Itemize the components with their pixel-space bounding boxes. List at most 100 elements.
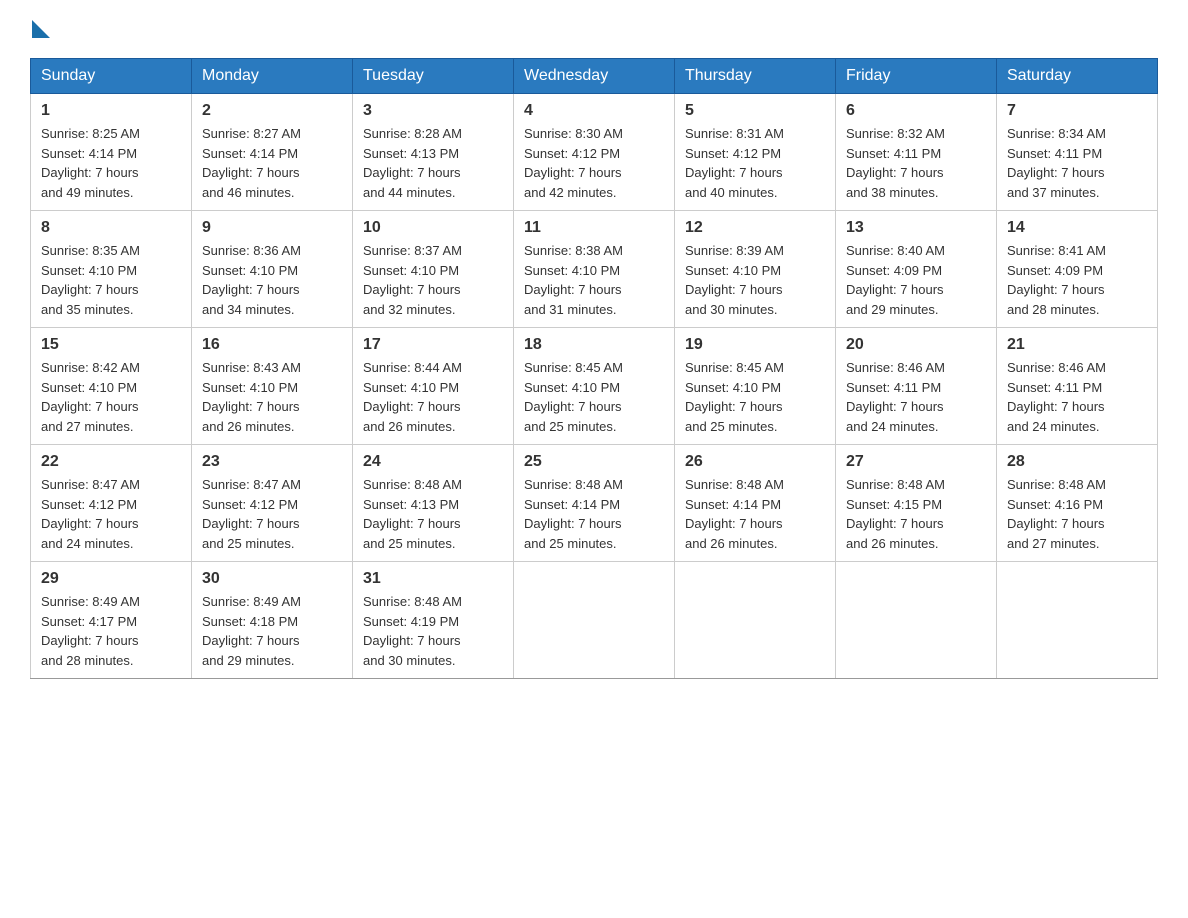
- day-number: 10: [363, 219, 503, 237]
- day-number: 4: [524, 102, 664, 120]
- day-info: Sunrise: 8:34 AMSunset: 4:11 PMDaylight:…: [1007, 126, 1106, 200]
- day-number: 29: [41, 570, 181, 588]
- calendar-day-cell: [514, 562, 675, 679]
- calendar-day-header: Tuesday: [353, 59, 514, 94]
- day-info: Sunrise: 8:38 AMSunset: 4:10 PMDaylight:…: [524, 243, 623, 317]
- calendar-day-cell: 11 Sunrise: 8:38 AMSunset: 4:10 PMDaylig…: [514, 211, 675, 328]
- calendar-day-cell: 3 Sunrise: 8:28 AMSunset: 4:13 PMDayligh…: [353, 94, 514, 211]
- calendar-day-cell: 2 Sunrise: 8:27 AMSunset: 4:14 PMDayligh…: [192, 94, 353, 211]
- day-info: Sunrise: 8:47 AMSunset: 4:12 PMDaylight:…: [41, 477, 140, 551]
- calendar-day-cell: [997, 562, 1158, 679]
- day-number: 20: [846, 336, 986, 354]
- calendar-week-row: 15 Sunrise: 8:42 AMSunset: 4:10 PMDaylig…: [31, 328, 1158, 445]
- calendar-day-cell: 12 Sunrise: 8:39 AMSunset: 4:10 PMDaylig…: [675, 211, 836, 328]
- day-number: 22: [41, 453, 181, 471]
- day-info: Sunrise: 8:31 AMSunset: 4:12 PMDaylight:…: [685, 126, 784, 200]
- day-number: 30: [202, 570, 342, 588]
- calendar-day-header: Monday: [192, 59, 353, 94]
- day-info: Sunrise: 8:44 AMSunset: 4:10 PMDaylight:…: [363, 360, 462, 434]
- day-info: Sunrise: 8:40 AMSunset: 4:09 PMDaylight:…: [846, 243, 945, 317]
- calendar-day-cell: 23 Sunrise: 8:47 AMSunset: 4:12 PMDaylig…: [192, 445, 353, 562]
- calendar-day-cell: 8 Sunrise: 8:35 AMSunset: 4:10 PMDayligh…: [31, 211, 192, 328]
- day-info: Sunrise: 8:42 AMSunset: 4:10 PMDaylight:…: [41, 360, 140, 434]
- logo-arrow-icon: [32, 20, 50, 38]
- day-info: Sunrise: 8:48 AMSunset: 4:15 PMDaylight:…: [846, 477, 945, 551]
- day-info: Sunrise: 8:30 AMSunset: 4:12 PMDaylight:…: [524, 126, 623, 200]
- calendar-day-cell: 5 Sunrise: 8:31 AMSunset: 4:12 PMDayligh…: [675, 94, 836, 211]
- day-info: Sunrise: 8:48 AMSunset: 4:14 PMDaylight:…: [685, 477, 784, 551]
- calendar-day-header: Wednesday: [514, 59, 675, 94]
- calendar-day-cell: [675, 562, 836, 679]
- calendar-day-cell: 9 Sunrise: 8:36 AMSunset: 4:10 PMDayligh…: [192, 211, 353, 328]
- calendar-day-cell: 28 Sunrise: 8:48 AMSunset: 4:16 PMDaylig…: [997, 445, 1158, 562]
- day-number: 16: [202, 336, 342, 354]
- calendar-day-cell: 30 Sunrise: 8:49 AMSunset: 4:18 PMDaylig…: [192, 562, 353, 679]
- calendar-day-cell: 21 Sunrise: 8:46 AMSunset: 4:11 PMDaylig…: [997, 328, 1158, 445]
- calendar-header-row: SundayMondayTuesdayWednesdayThursdayFrid…: [31, 59, 1158, 94]
- calendar-day-header: Friday: [836, 59, 997, 94]
- day-number: 11: [524, 219, 664, 237]
- day-number: 23: [202, 453, 342, 471]
- day-info: Sunrise: 8:25 AMSunset: 4:14 PMDaylight:…: [41, 126, 140, 200]
- day-number: 27: [846, 453, 986, 471]
- day-info: Sunrise: 8:43 AMSunset: 4:10 PMDaylight:…: [202, 360, 301, 434]
- day-info: Sunrise: 8:46 AMSunset: 4:11 PMDaylight:…: [846, 360, 945, 434]
- day-info: Sunrise: 8:47 AMSunset: 4:12 PMDaylight:…: [202, 477, 301, 551]
- calendar-day-cell: 27 Sunrise: 8:48 AMSunset: 4:15 PMDaylig…: [836, 445, 997, 562]
- calendar-day-cell: [836, 562, 997, 679]
- day-info: Sunrise: 8:49 AMSunset: 4:17 PMDaylight:…: [41, 594, 140, 668]
- day-number: 31: [363, 570, 503, 588]
- calendar-week-row: 22 Sunrise: 8:47 AMSunset: 4:12 PMDaylig…: [31, 445, 1158, 562]
- day-number: 3: [363, 102, 503, 120]
- day-number: 9: [202, 219, 342, 237]
- day-info: Sunrise: 8:48 AMSunset: 4:14 PMDaylight:…: [524, 477, 623, 551]
- calendar-day-cell: 26 Sunrise: 8:48 AMSunset: 4:14 PMDaylig…: [675, 445, 836, 562]
- calendar-table: SundayMondayTuesdayWednesdayThursdayFrid…: [30, 58, 1158, 679]
- day-info: Sunrise: 8:46 AMSunset: 4:11 PMDaylight:…: [1007, 360, 1106, 434]
- day-info: Sunrise: 8:39 AMSunset: 4:10 PMDaylight:…: [685, 243, 784, 317]
- day-info: Sunrise: 8:37 AMSunset: 4:10 PMDaylight:…: [363, 243, 462, 317]
- page-header: [30, 20, 1158, 38]
- calendar-day-cell: 7 Sunrise: 8:34 AMSunset: 4:11 PMDayligh…: [997, 94, 1158, 211]
- calendar-day-cell: 6 Sunrise: 8:32 AMSunset: 4:11 PMDayligh…: [836, 94, 997, 211]
- calendar-day-cell: 10 Sunrise: 8:37 AMSunset: 4:10 PMDaylig…: [353, 211, 514, 328]
- calendar-day-header: Sunday: [31, 59, 192, 94]
- calendar-week-row: 1 Sunrise: 8:25 AMSunset: 4:14 PMDayligh…: [31, 94, 1158, 211]
- calendar-day-header: Thursday: [675, 59, 836, 94]
- day-number: 15: [41, 336, 181, 354]
- day-info: Sunrise: 8:48 AMSunset: 4:19 PMDaylight:…: [363, 594, 462, 668]
- day-info: Sunrise: 8:41 AMSunset: 4:09 PMDaylight:…: [1007, 243, 1106, 317]
- day-number: 25: [524, 453, 664, 471]
- calendar-day-cell: 1 Sunrise: 8:25 AMSunset: 4:14 PMDayligh…: [31, 94, 192, 211]
- calendar-day-cell: 25 Sunrise: 8:48 AMSunset: 4:14 PMDaylig…: [514, 445, 675, 562]
- day-number: 13: [846, 219, 986, 237]
- calendar-day-cell: 13 Sunrise: 8:40 AMSunset: 4:09 PMDaylig…: [836, 211, 997, 328]
- calendar-day-cell: 16 Sunrise: 8:43 AMSunset: 4:10 PMDaylig…: [192, 328, 353, 445]
- calendar-day-cell: 14 Sunrise: 8:41 AMSunset: 4:09 PMDaylig…: [997, 211, 1158, 328]
- calendar-day-header: Saturday: [997, 59, 1158, 94]
- day-number: 21: [1007, 336, 1147, 354]
- calendar-day-cell: 15 Sunrise: 8:42 AMSunset: 4:10 PMDaylig…: [31, 328, 192, 445]
- day-number: 6: [846, 102, 986, 120]
- calendar-day-cell: 19 Sunrise: 8:45 AMSunset: 4:10 PMDaylig…: [675, 328, 836, 445]
- day-info: Sunrise: 8:32 AMSunset: 4:11 PMDaylight:…: [846, 126, 945, 200]
- day-number: 8: [41, 219, 181, 237]
- calendar-day-cell: 31 Sunrise: 8:48 AMSunset: 4:19 PMDaylig…: [353, 562, 514, 679]
- calendar-week-row: 8 Sunrise: 8:35 AMSunset: 4:10 PMDayligh…: [31, 211, 1158, 328]
- calendar-day-cell: 24 Sunrise: 8:48 AMSunset: 4:13 PMDaylig…: [353, 445, 514, 562]
- calendar-week-row: 29 Sunrise: 8:49 AMSunset: 4:17 PMDaylig…: [31, 562, 1158, 679]
- day-number: 17: [363, 336, 503, 354]
- calendar-day-cell: 20 Sunrise: 8:46 AMSunset: 4:11 PMDaylig…: [836, 328, 997, 445]
- calendar-day-cell: 17 Sunrise: 8:44 AMSunset: 4:10 PMDaylig…: [353, 328, 514, 445]
- calendar-day-cell: 29 Sunrise: 8:49 AMSunset: 4:17 PMDaylig…: [31, 562, 192, 679]
- day-info: Sunrise: 8:49 AMSunset: 4:18 PMDaylight:…: [202, 594, 301, 668]
- day-number: 19: [685, 336, 825, 354]
- day-info: Sunrise: 8:27 AMSunset: 4:14 PMDaylight:…: [202, 126, 301, 200]
- day-info: Sunrise: 8:36 AMSunset: 4:10 PMDaylight:…: [202, 243, 301, 317]
- day-number: 24: [363, 453, 503, 471]
- day-info: Sunrise: 8:45 AMSunset: 4:10 PMDaylight:…: [524, 360, 623, 434]
- calendar-day-cell: 4 Sunrise: 8:30 AMSunset: 4:12 PMDayligh…: [514, 94, 675, 211]
- calendar-day-cell: 18 Sunrise: 8:45 AMSunset: 4:10 PMDaylig…: [514, 328, 675, 445]
- day-number: 28: [1007, 453, 1147, 471]
- day-number: 2: [202, 102, 342, 120]
